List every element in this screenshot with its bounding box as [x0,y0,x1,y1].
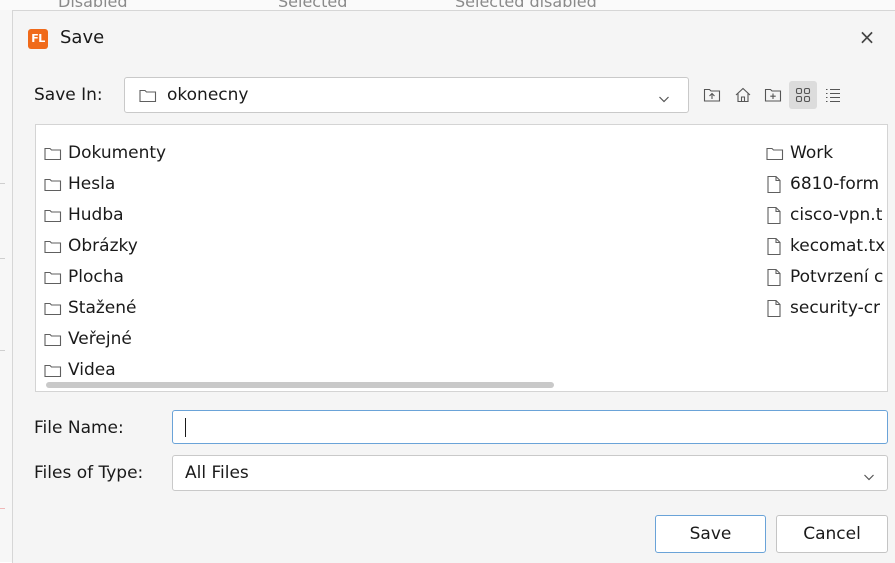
file-icon [766,299,782,322]
folder-icon [44,177,62,196]
cancel-button[interactable]: Cancel [776,515,888,553]
file-list-item-label: cisco-vpn.t [790,205,883,225]
dialog-titlebar[interactable]: FL Save × [13,11,895,63]
folder-icon [44,146,62,165]
chevron-down-icon [863,468,875,481]
folder-icon [44,363,62,382]
background-radio-strip: Disabled Selected Selected disabled [0,0,895,10]
file-icon [766,206,782,229]
up-folder-button[interactable] [698,81,726,109]
app-logo-icon: FL [28,29,48,49]
background-tick [0,258,5,259]
save-dialog: FL Save × Save In: okonecny Dokumenty He… [12,10,895,563]
file-list-item-label: Hesla [68,174,116,194]
file-list[interactable]: Dokumenty Hesla Hudba Obrázky Plocha Sta… [35,124,888,392]
background-tick [0,350,5,351]
save-in-label: Save In: [34,85,103,105]
text-caret [185,418,186,437]
folder-icon [44,270,62,289]
background-radio-disabled-label: Disabled [58,0,128,10]
folder-icon [44,208,62,227]
file-list-item-label: Potvrzení c [790,267,884,287]
file-type-combobox[interactable]: All Files [172,455,888,491]
save-in-combobox[interactable]: okonecny [124,77,689,113]
details-view-button[interactable] [819,81,847,109]
folder-icon [139,88,157,107]
close-button[interactable]: × [853,23,881,51]
file-list-item-label: Plocha [68,267,124,287]
file-icon [766,237,782,260]
file-list-item-label: kecomat.tx [790,236,886,256]
file-list-item-label: Hudba [68,205,124,225]
home-button[interactable] [729,81,757,109]
save-in-value: okonecny [167,85,249,105]
file-list-item-label: Dokumenty [68,143,167,163]
folder-icon [766,146,784,165]
file-icon [766,175,782,198]
background-tick [0,183,5,184]
file-name-input[interactable] [172,410,888,444]
save-button[interactable]: Save [655,515,766,553]
file-name-label: File Name: [34,418,124,438]
file-type-label: Files of Type: [34,463,144,483]
chevron-down-icon [658,90,670,103]
horizontal-scrollbar[interactable] [46,382,554,388]
background-radio-selected-disabled-label: Selected disabled [455,0,597,10]
file-list-item-label: 6810-form [790,174,880,194]
file-icon [766,268,782,291]
file-list-item-label: Stažené [68,298,137,318]
list-view-button[interactable] [789,81,817,109]
folder-icon [44,332,62,351]
file-list-item-label: security-cr [790,298,881,318]
new-folder-button[interactable] [759,81,787,109]
file-list-item-label: Work [790,143,834,163]
file-list-item-label: Videa [68,360,116,380]
background-radio-selected-label: Selected [278,0,348,10]
folder-icon [44,239,62,258]
file-list-item-label: Obrázky [68,236,138,256]
background-tick [0,508,5,509]
folder-icon [44,301,62,320]
file-type-value: All Files [185,463,249,483]
dialog-title: Save [60,27,105,48]
file-list-item-label: Veřejné [68,329,132,349]
